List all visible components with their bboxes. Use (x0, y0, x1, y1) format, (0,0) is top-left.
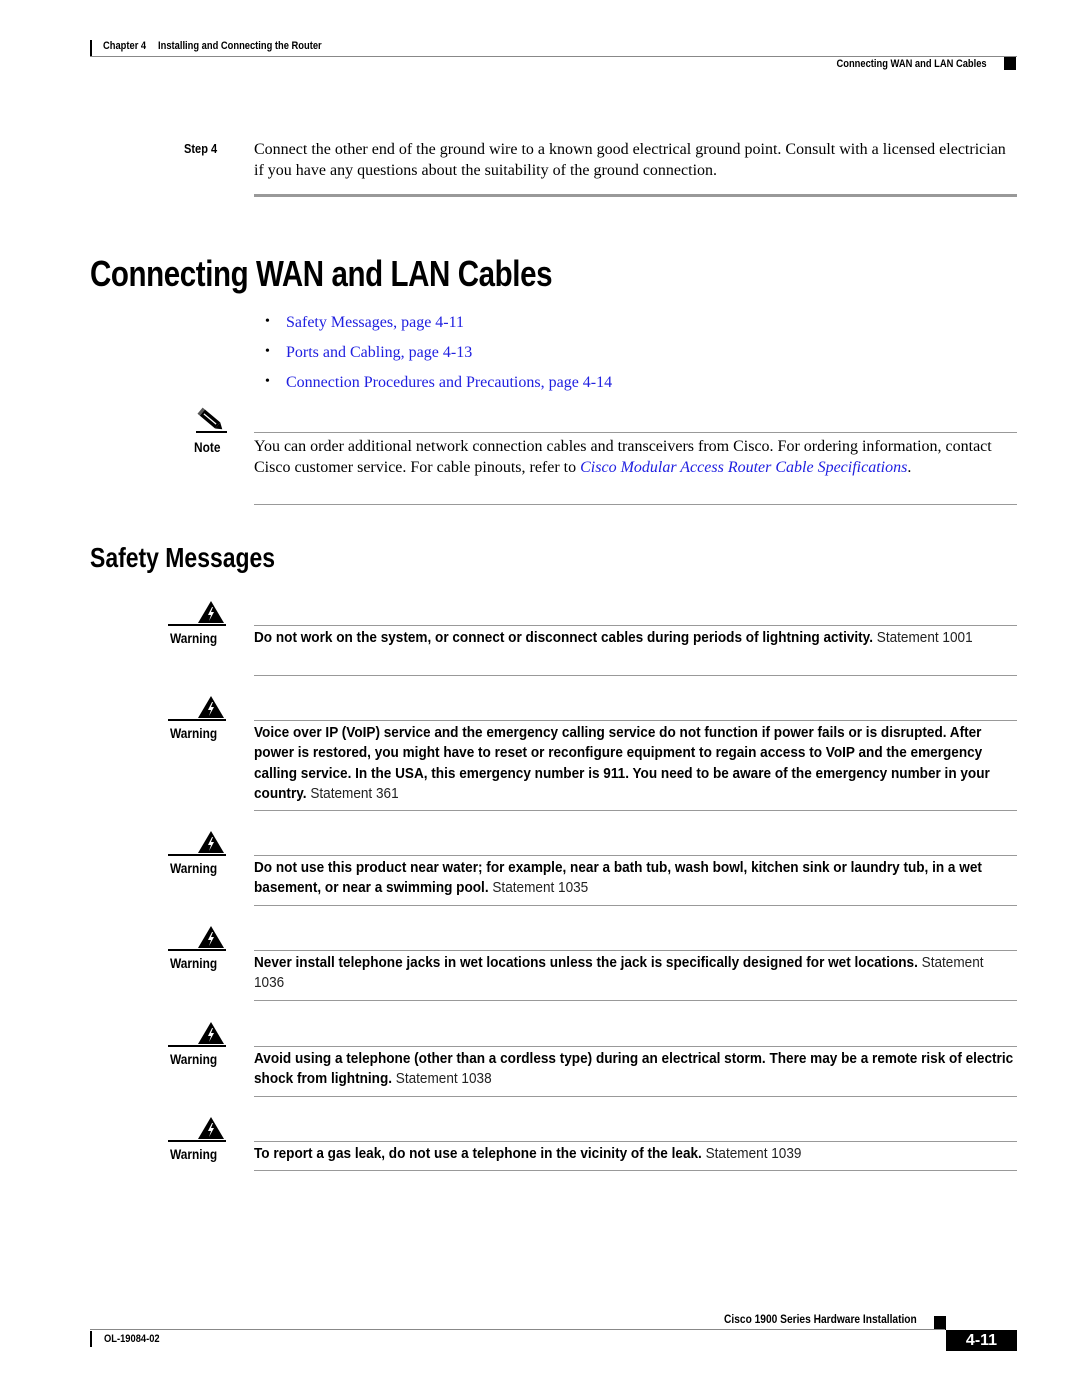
toc-link-connection-procedures[interactable]: Connection Procedures and Precautions, p… (286, 374, 612, 392)
step-end-rule (254, 194, 1017, 197)
bullet: • (265, 374, 270, 389)
warning-text: Do not use this product near water; for … (254, 858, 1014, 899)
warning-text: Never install telephone jacks in wet loc… (254, 953, 1014, 994)
header-marker (1004, 57, 1016, 70)
note-rule-bottom (254, 504, 1017, 505)
warning-rule-bottom (254, 904, 1017, 906)
warning-label: Warning (170, 725, 218, 741)
warning-lightning-icon (196, 1021, 226, 1045)
warning-lightning-icon (196, 695, 226, 719)
warning-rule-bottom (254, 674, 1017, 676)
header-section-title: Connecting WAN and LAN Cables (836, 58, 987, 70)
note-icon-rule (196, 431, 227, 433)
page-title: Connecting WAN and LAN Cables (90, 253, 553, 294)
cable-specifications-link[interactable]: Cisco Modular Access Router Cable Specif… (580, 459, 907, 476)
footer-rule (90, 1329, 945, 1330)
warning-icon-rule (168, 719, 226, 721)
bullet: • (265, 344, 270, 359)
warning-rule-bottom (254, 810, 1017, 812)
warning-statement: Statement 361 (310, 784, 399, 802)
toc-link-safety-messages[interactable]: Safety Messages, page 4-11 (286, 314, 464, 332)
warning-icon-rule (168, 624, 226, 626)
warning-message: Do not work on the system, or connect or… (254, 629, 874, 646)
warning-lightning-icon (196, 830, 226, 854)
chapter-title: Installing and Connecting the Router (158, 40, 322, 52)
warning-rule-top (254, 720, 1017, 721)
step-label: Step 4 (184, 141, 218, 156)
warning-label: Warning (170, 1051, 218, 1067)
chapter-label: Chapter 4 (103, 40, 147, 52)
warning-label: Warning (170, 1146, 218, 1162)
warning-message: To report a gas leak, do not use a telep… (254, 1145, 702, 1162)
warning-icon-rule (168, 1140, 226, 1142)
warning-rule-top (254, 1046, 1017, 1047)
footer-left-bar (90, 1331, 92, 1347)
warning-rule-top (254, 1141, 1017, 1142)
warning-rule-top (254, 855, 1017, 856)
header-left-bar (90, 40, 92, 56)
warning-statement: Statement 1001 (876, 629, 973, 646)
note-text: You can order additional network connect… (254, 436, 1016, 478)
warning-lightning-icon (196, 925, 226, 949)
footer-marker (934, 1316, 946, 1330)
note-rule-top (254, 432, 1017, 433)
footer-doc-number: OL-19084-02 (104, 1333, 160, 1345)
warning-label: Warning (170, 630, 218, 646)
header-chapter: Chapter 4 Installing and Connecting the R… (103, 40, 322, 52)
step-text: Connect the other end of the ground wire… (254, 141, 1006, 179)
pencil-icon (196, 407, 228, 433)
toc-link-ports-and-cabling[interactable]: Ports and Cabling, page 4-13 (286, 344, 472, 362)
warning-text: Do not work on the system, or connect or… (254, 628, 1014, 648)
warning-message: Avoid using a telephone (other than a co… (254, 1050, 1014, 1088)
warning-label: Warning (170, 860, 218, 876)
warning-message: Do not use this product near water; for … (254, 859, 982, 897)
warning-lightning-icon (196, 1116, 226, 1140)
warning-lightning-icon (196, 600, 226, 624)
warning-rule-bottom (254, 999, 1017, 1001)
warning-message: Never install telephone jacks in wet loc… (254, 954, 918, 971)
warning-text: Avoid using a telephone (other than a co… (254, 1049, 1014, 1090)
warning-icon-rule (168, 949, 226, 951)
warning-rule-top (254, 950, 1017, 951)
warning-statement: Statement 1039 (705, 1145, 802, 1162)
warning-statement: Statement 1035 (492, 879, 589, 897)
warning-icon-rule (168, 854, 226, 856)
section-heading-safety-messages: Safety Messages (90, 542, 276, 573)
warning-rule-bottom (254, 1095, 1017, 1097)
header-rule (90, 56, 1017, 57)
warning-statement: Statement 1038 (395, 1070, 492, 1088)
footer-book-title: Cisco 1900 Series Hardware Installation (724, 1312, 917, 1326)
warning-text: To report a gas leak, do not use a telep… (254, 1144, 1014, 1164)
warning-rule-top (254, 625, 1017, 626)
bullet: • (265, 314, 270, 329)
warning-text: Voice over IP (VoIP) service and the eme… (254, 723, 1014, 804)
note-label: Note (194, 439, 221, 455)
warning-label: Warning (170, 955, 218, 971)
warning-rule-bottom (254, 1170, 1017, 1172)
note-period: . (907, 459, 912, 476)
warning-icon-rule (168, 1045, 226, 1047)
page-number: 4-11 (946, 1330, 1017, 1351)
